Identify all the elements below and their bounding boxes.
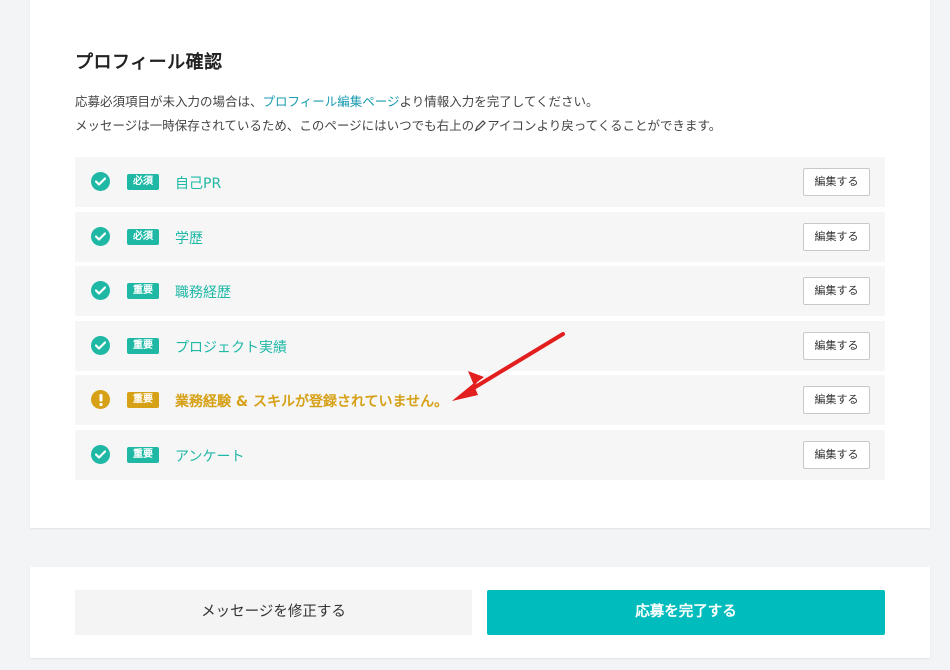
edit-section-button[interactable]: 編集する bbox=[803, 440, 870, 469]
complete-application-button[interactable]: 応募を完了する bbox=[487, 590, 885, 635]
profile-section-list: 必須 自己PR 編集する 必須 学歴 編集する 重要 職務経歴 編集する 重要 プロジェクト実績 編集… bbox=[75, 157, 885, 485]
check-circle-icon bbox=[91, 172, 110, 191]
edit-section-button[interactable]: 編集する bbox=[803, 168, 870, 196]
annotation-arrow bbox=[452, 332, 565, 401]
profile-section-row: 重要 アンケート 編集する bbox=[75, 429, 885, 480]
description-text: 応募必須項目が未入力の場合は、 bbox=[75, 94, 263, 109]
profile-section-row: 必須 自己PR 編集する bbox=[75, 157, 885, 207]
check-circle-icon bbox=[91, 335, 110, 355]
description-text: より情報入力を完了してください。 bbox=[399, 94, 599, 109]
section-label: アンケート bbox=[175, 448, 245, 465]
description-text: メッセージは一時保存されているため、このページにはいつでも右上の bbox=[75, 118, 475, 133]
requirement-badge: 重要 bbox=[127, 392, 159, 409]
edit-section-button[interactable]: 編集する bbox=[803, 222, 870, 251]
requirement-badge: 必須 bbox=[127, 228, 159, 245]
action-card: メッセージを修正する 応募を完了する bbox=[30, 567, 930, 658]
section-label: 自己PR bbox=[175, 176, 222, 192]
edit-section-button[interactable]: 編集する bbox=[803, 331, 870, 360]
requirement-badge: 必須 bbox=[127, 174, 159, 190]
check-circle-icon bbox=[91, 226, 110, 246]
profile-section-row: 重要 職務経歴 編集する bbox=[75, 266, 885, 317]
section-label: 学歴 bbox=[175, 230, 203, 247]
requirement-badge: 重要 bbox=[127, 283, 159, 300]
description-line-2: メッセージは一時保存されているため、このページにはいつでも右上の アイコンより戻っ… bbox=[75, 115, 721, 135]
edit-section-button[interactable]: 編集する bbox=[803, 277, 870, 306]
exclamation-circle-icon bbox=[91, 390, 110, 410]
pen-icon bbox=[474, 119, 487, 135]
edit-message-button[interactable]: メッセージを修正する bbox=[75, 590, 472, 635]
requirement-badge: 重要 bbox=[127, 446, 159, 463]
section-label: 業務経験 & スキルが登録されていません。 bbox=[175, 394, 449, 411]
check-circle-icon bbox=[91, 444, 110, 464]
description-line-1: 応募必須項目が未入力の場合は、プロフィール編集ページより情報入力を完了してくださ… bbox=[75, 91, 599, 110]
section-label: プロジェクト実績 bbox=[175, 339, 287, 356]
profile-check-card: プロフィール確認 応募必須項目が未入力の場合は、プロフィール編集ページより情報入… bbox=[30, 0, 930, 528]
check-circle-icon bbox=[91, 281, 110, 301]
profile-edit-link[interactable]: プロフィール編集ページ bbox=[263, 94, 400, 109]
description-text: アイコンより戻ってくることができます。 bbox=[487, 118, 722, 133]
section-label: 職務経歴 bbox=[175, 285, 231, 302]
page-title: プロフィール確認 bbox=[75, 52, 223, 73]
requirement-badge: 重要 bbox=[127, 337, 159, 354]
edit-section-button[interactable]: 編集する bbox=[803, 386, 870, 415]
profile-section-row: 必須 学歴 編集する bbox=[75, 211, 885, 262]
